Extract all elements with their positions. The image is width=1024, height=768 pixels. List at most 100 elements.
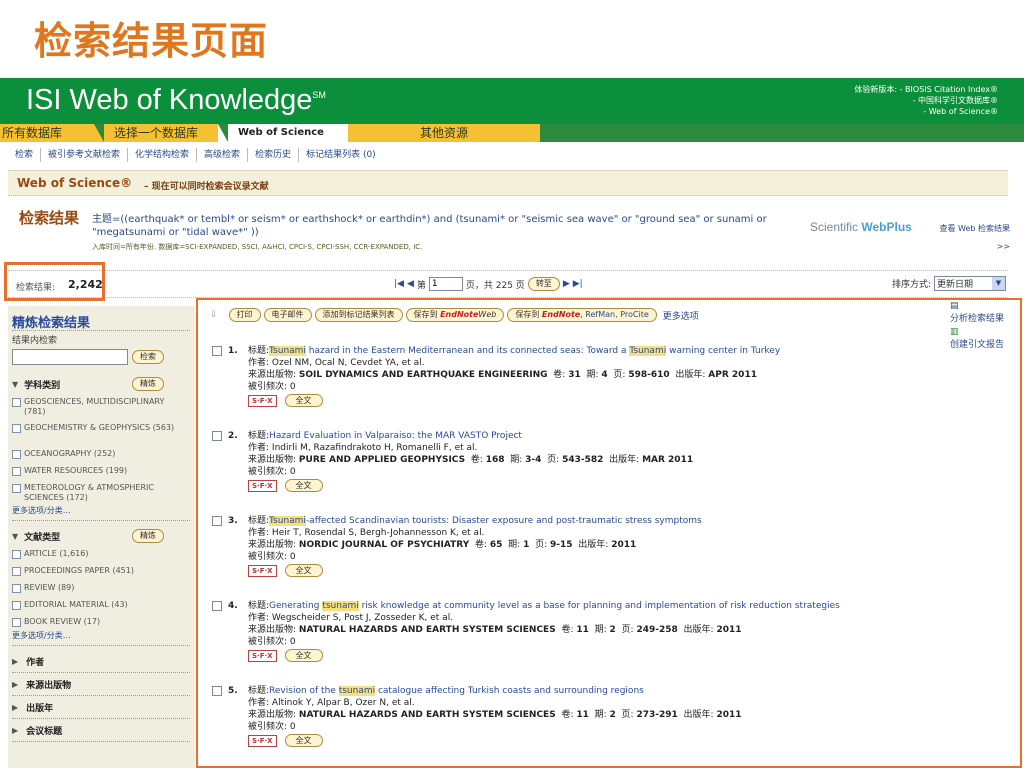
facet-subject-item[interactable]: WATER RESOURCES (199) bbox=[12, 466, 188, 476]
record-source: 来源出版物: SOIL DYNAMICS AND EARTHQUAKE ENGI… bbox=[248, 370, 757, 380]
record-times-cited: 被引频次: 0 bbox=[248, 467, 296, 477]
go-to-page-button[interactable]: 转至 bbox=[527, 277, 560, 291]
prev-page-icon[interactable]: ◀ bbox=[407, 279, 414, 289]
record-title-line: 标题:Tsunami hazard in the Eastern Mediter… bbox=[248, 345, 1018, 357]
search-term-highlight: tsunami bbox=[322, 601, 359, 611]
facet-doctype-item[interactable]: REVIEW (89) bbox=[12, 583, 188, 593]
results-toolbar: ⇩ 打印 电子邮件 添加到标记结果列表 保存到 EndNoteWeb 保存到 E… bbox=[210, 308, 699, 322]
record-checkbox[interactable] bbox=[212, 601, 222, 611]
sfx-button[interactable]: S·F·X bbox=[248, 565, 277, 577]
facet-doctype-item[interactable]: EDITORIAL MATERIAL (43) bbox=[12, 600, 188, 610]
record-actions: S·F·X 全文 bbox=[248, 733, 1018, 747]
facet-doctype-header[interactable]: ▼ 文献类型 bbox=[12, 530, 60, 543]
save-endnote-web-button[interactable]: 保存到 EndNoteWeb bbox=[405, 308, 505, 322]
sort-select[interactable]: 更新日期 ▼ bbox=[934, 276, 1006, 291]
record-number: 5. bbox=[228, 686, 238, 696]
search-within-input[interactable] bbox=[12, 349, 128, 365]
record-title-link[interactable]: Revision of the tsunami catalogue affect… bbox=[269, 686, 644, 696]
record-title-line: 标题:Hazard Evaluation in Valparaiso: the … bbox=[248, 430, 1018, 442]
facet-subject-item[interactable]: METEOROLOGY & ATMOSPHERIC SCIENCES (172) bbox=[12, 483, 188, 503]
facet-doctype-item[interactable]: ARTICLE (1,616) bbox=[12, 549, 188, 559]
note-wos[interactable]: - Web of Science® bbox=[854, 106, 998, 117]
note-cscd[interactable]: - 中国科学引文数据库® bbox=[854, 95, 998, 106]
title-label: 标题: bbox=[248, 601, 270, 611]
sfx-button[interactable]: S·F·X bbox=[248, 395, 277, 407]
print-button[interactable]: 打印 bbox=[228, 308, 261, 322]
record-source: 来源出版物: NATURAL HAZARDS AND EARTH SYSTEM … bbox=[248, 625, 742, 635]
record-source: 来源出版物: NATURAL HAZARDS AND EARTH SYSTEM … bbox=[248, 710, 742, 720]
facet-subject-item[interactable]: OCEANOGRAPHY (252) bbox=[12, 449, 188, 459]
tab-other-resources[interactable]: 其他资源 bbox=[348, 124, 540, 142]
tab-web-of-science[interactable]: Web of Science bbox=[218, 124, 348, 142]
record-checkbox[interactable] bbox=[212, 431, 222, 441]
full-text-button[interactable]: 全文 bbox=[284, 649, 323, 662]
facet-doctype-item[interactable]: BOOK REVIEW (17) bbox=[12, 617, 188, 627]
facet-subject-header[interactable]: ▼ 学科类别 bbox=[12, 378, 60, 391]
record-title-link[interactable]: Tsunami hazard in the Eastern Mediterran… bbox=[269, 346, 780, 356]
record-checkbox[interactable] bbox=[212, 686, 222, 696]
count-highlight bbox=[4, 262, 105, 301]
facet-conference[interactable]: ▶ 会议标题 bbox=[12, 724, 62, 737]
more-subjects-link[interactable]: 更多选项/分类… bbox=[12, 505, 71, 516]
full-text-button[interactable]: 全文 bbox=[284, 564, 323, 577]
analyze-results-link[interactable]: ▤ 分析检索结果 bbox=[950, 300, 1004, 326]
nav-structure-search[interactable]: 化学结构检索 bbox=[128, 148, 198, 162]
record-times-cited: 被引频次: 0 bbox=[248, 637, 296, 647]
full-text-button[interactable]: 全文 bbox=[284, 734, 323, 747]
tab-all-databases[interactable]: 所有数据库 bbox=[0, 124, 94, 142]
record-number: 4. bbox=[228, 601, 238, 611]
email-button[interactable]: 电子邮件 bbox=[263, 308, 312, 322]
record-title-link[interactable]: Tsunami-affected Scandinavian tourists: … bbox=[269, 516, 702, 526]
refine-subject-button[interactable]: 精炼 bbox=[132, 377, 164, 391]
record-authors: 作者: Altinok Y, Alpar B, Ozer N, et al. bbox=[248, 698, 415, 708]
first-page-icon[interactable]: |◀ bbox=[394, 279, 404, 289]
isi-logo[interactable]: ISI Web of KnowledgeSM bbox=[26, 84, 326, 117]
nav-search[interactable]: 检索 bbox=[8, 148, 42, 162]
tab-separator bbox=[218, 124, 228, 142]
page-number-input[interactable] bbox=[428, 277, 463, 291]
facet-subject-item[interactable]: GEOSCIENCES, MULTIDISCIPLINARY (781) bbox=[12, 397, 188, 417]
record-actions: S·F·X 全文 bbox=[248, 478, 1018, 492]
sfx-button[interactable]: S·F·X bbox=[248, 480, 277, 492]
nav-search-history[interactable]: 检索历史 bbox=[248, 148, 300, 162]
title-label: 标题: bbox=[248, 431, 270, 441]
record-title-line: 标题:Generating tsunami risk knowledge at … bbox=[248, 600, 1018, 612]
facet-doctype-item[interactable]: PROCEEDINGS PAPER (451) bbox=[12, 566, 188, 576]
record-actions: S·F·X 全文 bbox=[248, 648, 1018, 662]
results-heading: 检索结果 bbox=[19, 209, 80, 227]
tab-select-database[interactable]: 选择一个数据库 bbox=[94, 124, 226, 142]
record-checkbox[interactable] bbox=[212, 346, 222, 356]
refine-sidebar: 精炼检索结果 结果内检索 检索 ▼ 学科类别 精炼 GEOSCIENCES, MU… bbox=[8, 306, 195, 768]
nav-cited-reference-search[interactable]: 被引参考文献检索 bbox=[41, 148, 129, 162]
record-checkbox[interactable] bbox=[212, 516, 222, 526]
record-title-link[interactable]: Hazard Evaluation in Valparaiso: the MAR… bbox=[269, 431, 522, 441]
full-text-button[interactable]: 全文 bbox=[284, 394, 323, 407]
webplus-logo[interactable]: Scientific WebPlus bbox=[810, 220, 912, 234]
facet-authors[interactable]: ▶ 作者 bbox=[12, 655, 44, 668]
facet-subject-item[interactable]: GEOCHEMISTRY & GEOPHYSICS (563) bbox=[12, 423, 188, 433]
webplus-results-link[interactable]: 查看 Web 检索结果 >> bbox=[924, 220, 1010, 256]
search-within-button[interactable]: 检索 bbox=[132, 350, 164, 364]
title-text: -affected Scandinavian tourists: Disaste… bbox=[305, 516, 702, 526]
sort-label: 排序方式: bbox=[891, 280, 931, 290]
facet-pubyear[interactable]: ▶ 出版年 bbox=[12, 701, 53, 714]
record-title-link[interactable]: Generating tsunami risk knowledge at com… bbox=[269, 601, 840, 611]
search-term-highlight: Tsunami bbox=[269, 516, 306, 526]
last-page-icon[interactable]: ▶| bbox=[573, 279, 583, 289]
record-source: 来源出版物: PURE AND APPLIED GEOPHYSICS 卷: 16… bbox=[248, 455, 694, 465]
more-options-link[interactable]: 更多选项 bbox=[663, 309, 699, 322]
facet-source[interactable]: ▶ 来源出版物 bbox=[12, 678, 71, 691]
full-text-button[interactable]: 全文 bbox=[284, 479, 323, 492]
refine-doctype-button[interactable]: 精炼 bbox=[132, 529, 164, 543]
nav-marked-list[interactable]: 标记结果列表 (0) bbox=[299, 148, 383, 162]
sfx-button[interactable]: S·F·X bbox=[248, 735, 277, 747]
sfx-button[interactable]: S·F·X bbox=[248, 650, 277, 662]
database-tabbar: 所有数据库 选择一个数据库 Web of Science 其他资源 bbox=[0, 124, 1024, 142]
more-doctypes-link[interactable]: 更多选项/分类… bbox=[12, 630, 71, 641]
next-page-icon[interactable]: ▶ bbox=[563, 279, 570, 289]
chevron-down-icon: ▼ bbox=[992, 277, 1005, 290]
add-to-marked-list-button[interactable]: 添加到标记结果列表 bbox=[314, 308, 403, 322]
save-endnote-local-button[interactable]: 保存到 EndNote, RefMan, ProCite bbox=[507, 308, 657, 322]
nav-advanced-search[interactable]: 高级检索 bbox=[197, 148, 249, 162]
note-biosis[interactable]: 体验新版本: - BIOSIS Citation Index® bbox=[854, 84, 998, 95]
